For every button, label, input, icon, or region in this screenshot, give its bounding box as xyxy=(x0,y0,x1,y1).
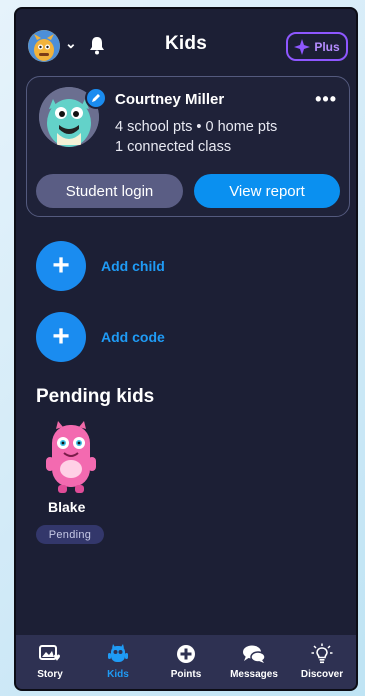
add-code-row[interactable]: + Add code xyxy=(36,312,165,362)
tab-messages[interactable]: Messages xyxy=(220,635,288,689)
plus-label: Plus xyxy=(314,39,340,54)
plus-button[interactable]: Plus xyxy=(286,32,348,61)
classes-summary: 1 connected class xyxy=(115,139,232,155)
messages-icon xyxy=(242,643,266,665)
pending-kid-avatar[interactable] xyxy=(36,419,106,500)
profile-card: Courtney Miller ••• 4 school pts • 0 hom… xyxy=(26,76,350,217)
pending-kid-name: Blake xyxy=(48,499,86,515)
tab-story-label: Story xyxy=(37,669,63,680)
tab-discover[interactable]: Discover xyxy=(288,635,356,689)
story-icon xyxy=(39,643,61,665)
add-child-label[interactable]: Add child xyxy=(101,258,165,274)
status-badge: Pending xyxy=(36,525,104,544)
tab-discover-label: Discover xyxy=(300,669,344,680)
tab-points[interactable]: Points xyxy=(152,635,220,689)
bottom-tab-bar: Story Kids Points Messages Discover xyxy=(16,635,356,689)
edit-avatar-button[interactable] xyxy=(85,87,107,109)
more-options-icon[interactable]: ••• xyxy=(315,89,337,110)
kids-icon xyxy=(107,643,129,665)
points-icon xyxy=(176,643,196,665)
discover-icon xyxy=(311,643,333,665)
add-code-label[interactable]: Add code xyxy=(101,329,165,345)
app-window: ⌄ Kids Plus Courtney Miller ••• 4 school… xyxy=(14,7,358,691)
top-bar: ⌄ Kids Plus xyxy=(16,9,356,81)
sparkle-icon xyxy=(294,38,311,55)
profile-name: Courtney Miller xyxy=(115,91,225,108)
points-summary: 4 school pts • 0 home pts xyxy=(115,119,278,135)
add-code-plus-icon[interactable]: + xyxy=(36,312,86,362)
tab-messages-label: Messages xyxy=(230,669,278,680)
tab-story[interactable]: Story xyxy=(16,635,84,689)
add-child-row[interactable]: + Add child xyxy=(36,241,165,291)
tab-points-label: Points xyxy=(170,669,202,680)
pending-kids-heading: Pending kids xyxy=(36,386,155,407)
student-login-button[interactable]: Student login xyxy=(36,174,183,208)
view-report-button[interactable]: View report xyxy=(194,174,340,208)
tab-kids-label: Kids xyxy=(107,669,129,680)
add-child-plus-icon[interactable]: + xyxy=(36,241,86,291)
pencil-icon xyxy=(92,94,100,102)
tab-kids[interactable]: Kids xyxy=(84,635,152,689)
